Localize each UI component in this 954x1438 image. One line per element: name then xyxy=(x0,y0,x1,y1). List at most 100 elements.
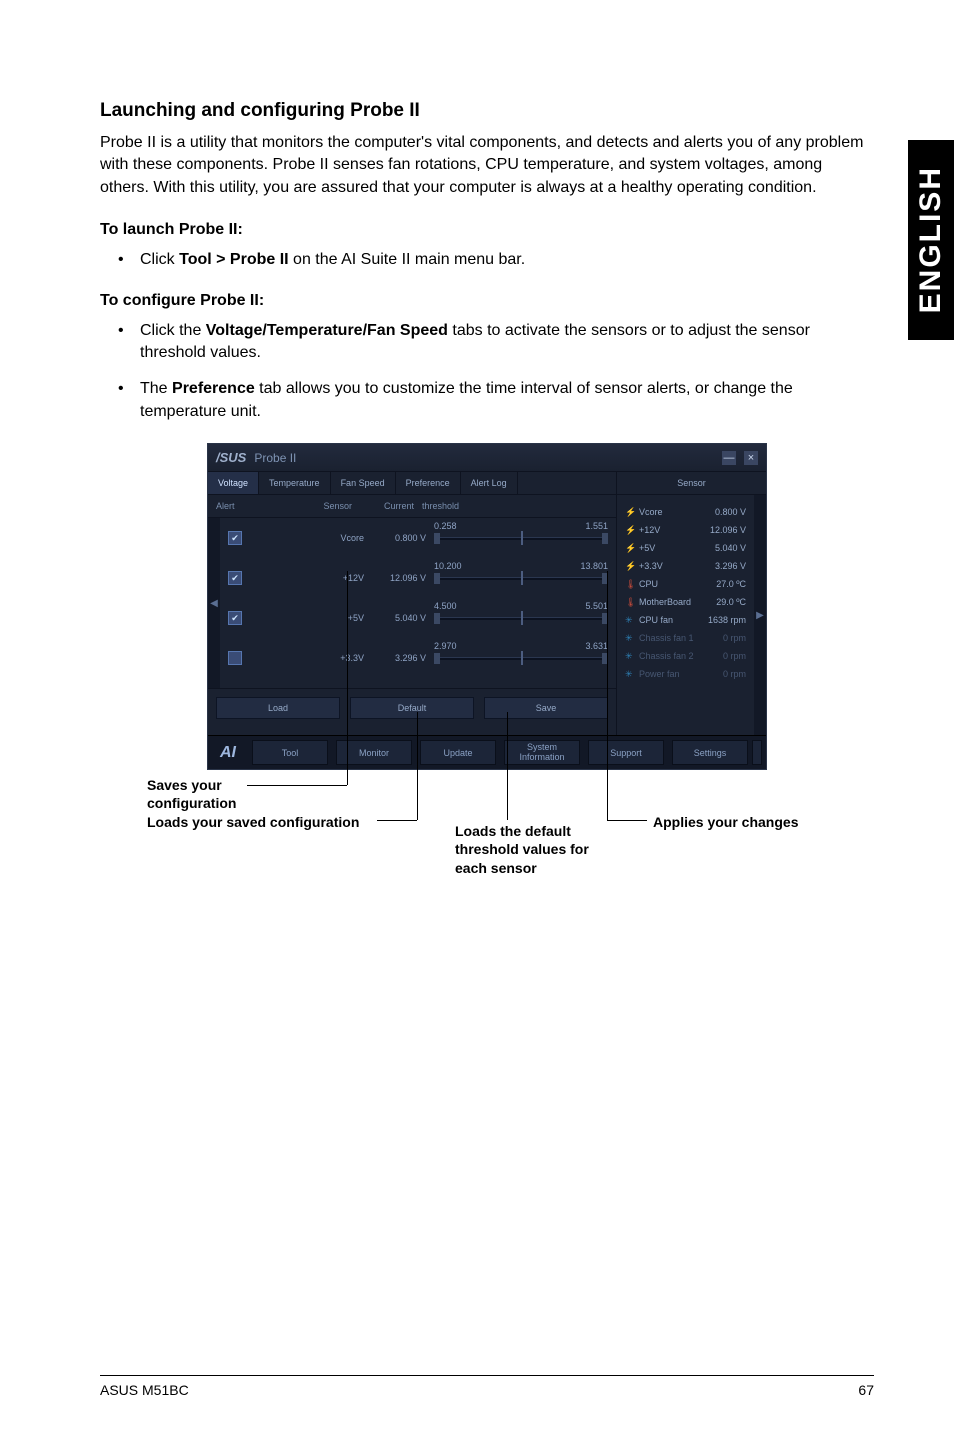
footer-tool-button[interactable]: Tool xyxy=(252,740,328,765)
summary-name: Chassis fan 2 xyxy=(639,651,694,661)
configure-item-2: The Preference tab allows you to customi… xyxy=(100,378,874,423)
bolt-icon: ⚡ xyxy=(625,543,635,553)
col-threshold: threshold xyxy=(422,501,608,511)
sensor-checkbox[interactable] xyxy=(228,651,242,665)
close-button[interactable]: × xyxy=(744,451,758,465)
summary-name: +3.3V xyxy=(639,561,663,571)
summary-value: 12.096 V xyxy=(710,525,746,535)
scroll-left-button[interactable]: ◀ xyxy=(208,518,220,688)
summary-row: ⚡ +3.3V 3.296 V xyxy=(625,557,746,575)
text: on the AI Suite II main menu bar. xyxy=(289,251,526,268)
menu-path: Tool > Probe II xyxy=(179,251,289,268)
summary-row: 🌡 CPU 27.0 ºC xyxy=(625,575,746,593)
fan-icon: ✳ xyxy=(625,633,635,643)
summary-name: CPU xyxy=(639,579,658,589)
callout-loads-saved: Loads your saved configuration xyxy=(147,813,379,831)
load-button[interactable]: Load xyxy=(216,697,340,719)
footer-settings-button[interactable]: Settings xyxy=(672,740,748,765)
save-button[interactable]: Save xyxy=(484,697,608,719)
default-button[interactable]: Default xyxy=(350,697,474,719)
fan-icon: ✳ xyxy=(625,669,635,679)
sensor-checkbox[interactable]: ✔ xyxy=(228,571,242,585)
threshold-slider[interactable]: 2.9703.631 xyxy=(434,645,608,671)
thermometer-icon: 🌡 xyxy=(625,597,635,607)
summary-row: ⚡ +5V 5.040 V xyxy=(625,539,746,557)
summary-row: ✳ Chassis fan 1 0 rpm xyxy=(625,629,746,647)
summary-row: ✳ Power fan 0 rpm xyxy=(625,665,746,683)
footer-logo: AI xyxy=(208,736,248,769)
window-title: Probe II xyxy=(254,451,296,465)
sensor-row: ✔+12V12.096 V10.20013.801 xyxy=(228,558,608,598)
bolt-icon: ⚡ xyxy=(625,507,635,517)
tab-preference[interactable]: Preference xyxy=(396,472,461,494)
summary-row: ✳ CPU fan 1638 rpm xyxy=(625,611,746,629)
summary-value: 0.800 V xyxy=(715,507,746,517)
right-tab-sensor[interactable]: Sensor xyxy=(617,472,766,495)
text: Click the xyxy=(140,322,206,339)
summary-value: 1638 rpm xyxy=(708,615,746,625)
titlebar: /SUS Probe II — × xyxy=(208,444,766,472)
sensor-current: 5.040 V xyxy=(364,613,434,623)
sensor-name: Vcore xyxy=(274,533,364,543)
footer-product: ASUS M51BC xyxy=(100,1382,189,1398)
tab-voltage[interactable]: Voltage xyxy=(208,472,259,494)
sensor-current: 0.800 V xyxy=(364,533,434,543)
sensor-row: ✔ Vcore0.800 V0.2581.551 xyxy=(228,518,608,558)
tab-fanspeed[interactable]: Fan Speed xyxy=(331,472,396,494)
probe-window: /SUS Probe II — × Voltage Temperature Fa… xyxy=(207,443,767,770)
section-heading: Launching and configuring Probe II xyxy=(100,100,874,122)
summary-name: +5V xyxy=(639,543,655,553)
summary-value: 0 rpm xyxy=(723,651,746,661)
configure-heading: To configure Probe II: xyxy=(100,292,874,310)
minimize-button[interactable]: — xyxy=(722,451,736,465)
summary-row: 🌡MotherBoard29.0 ºC xyxy=(625,593,746,611)
callout-applies: Applies your changes xyxy=(653,813,833,831)
brand-logo: /SUS xyxy=(216,450,246,465)
text: The xyxy=(140,380,172,397)
launch-heading: To launch Probe II: xyxy=(100,221,874,239)
tab-alertlog[interactable]: Alert Log xyxy=(461,472,518,494)
col-sensor: Sensor xyxy=(262,501,352,511)
sensor-row: ✔ +5V5.040 V4.5005.501 xyxy=(228,598,608,638)
tab-temperature[interactable]: Temperature xyxy=(259,472,331,494)
col-alert: Alert xyxy=(216,501,262,511)
scroll-right-button[interactable]: ▶ xyxy=(754,495,766,735)
bolt-icon: ⚡ xyxy=(625,561,635,571)
launch-item: Click Tool > Probe II on the AI Suite II… xyxy=(100,249,874,271)
summary-value: 27.0 ºC xyxy=(716,579,746,589)
threshold-slider[interactable]: 4.5005.501 xyxy=(434,605,608,631)
callout-saves: Saves your configuration xyxy=(147,776,257,812)
bolt-icon: ⚡ xyxy=(625,525,635,535)
tabs-names: Voltage/Temperature/Fan Speed xyxy=(206,322,448,339)
sensor-name: +5V xyxy=(274,613,364,623)
footer-page-number: 67 xyxy=(858,1382,874,1398)
summary-name: Chassis fan 1 xyxy=(639,633,694,643)
text: Information xyxy=(519,753,564,763)
summary-row: ⚡ +12V 12.096 V xyxy=(625,521,746,539)
col-current: Current xyxy=(352,501,422,511)
footer-support-button[interactable]: Support xyxy=(588,740,664,765)
language-label: ENGLISH xyxy=(914,166,948,313)
summary-value: 5.040 V xyxy=(715,543,746,553)
summary-value: 3.296 V xyxy=(715,561,746,571)
threshold-slider[interactable]: 0.2581.551 xyxy=(434,525,608,551)
summary-value: 0 rpm xyxy=(723,633,746,643)
sensor-checkbox[interactable]: ✔ xyxy=(228,611,242,625)
summary-name: Power fan xyxy=(639,669,680,679)
thermometer-icon: 🌡 xyxy=(625,579,635,589)
summary-name: +12V xyxy=(639,525,660,535)
footer-update-button[interactable]: Update xyxy=(420,740,496,765)
threshold-slider[interactable]: 10.20013.801 xyxy=(434,565,608,591)
footer-system-button[interactable]: System Information xyxy=(504,740,580,765)
sensor-current: 12.096 V xyxy=(364,573,434,583)
summary-name: Vcore xyxy=(639,507,663,517)
text: Click xyxy=(140,251,179,268)
summary-name: MotherBoard xyxy=(639,597,691,607)
fan-icon: ✳ xyxy=(625,615,635,625)
callout-loads-default: Loads the default threshold values for e… xyxy=(455,822,615,877)
sensor-checkbox[interactable]: ✔ xyxy=(228,531,242,545)
configure-item-1: Click the Voltage/Temperature/Fan Speed … xyxy=(100,320,874,365)
summary-name: CPU fan xyxy=(639,615,673,625)
sensor-name: +3.3V xyxy=(274,653,364,663)
summary-value: 0 rpm xyxy=(723,669,746,679)
